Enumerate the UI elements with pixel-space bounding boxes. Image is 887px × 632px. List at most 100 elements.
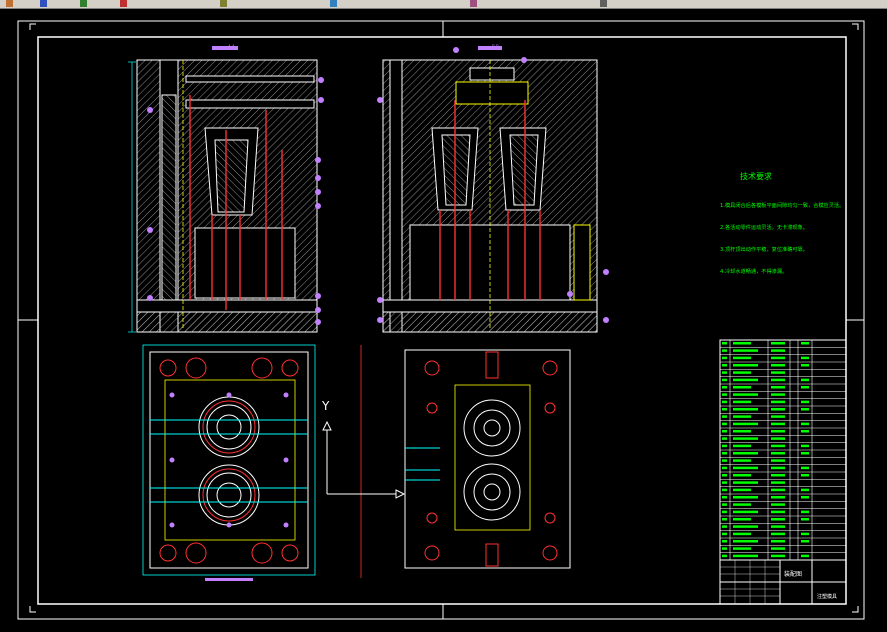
parts-row-name (771, 554, 785, 558)
parts-row-index (722, 364, 727, 367)
parts-row-material (801, 452, 809, 455)
parts-row-spec (733, 349, 758, 352)
measure-icon[interactable] (600, 0, 607, 7)
parts-row-index (722, 437, 727, 440)
undo-icon[interactable] (6, 0, 13, 7)
parts-row-material (801, 474, 809, 477)
parts-row-name (771, 437, 785, 440)
parts-row-index (722, 342, 727, 345)
parts-row-material (801, 408, 809, 411)
parts-row-index (722, 378, 727, 382)
parts-row-material (801, 400, 809, 404)
parts-row-spec (733, 400, 751, 404)
parts-row-index (722, 466, 727, 470)
parts-row-material (801, 496, 809, 499)
section-b-label: B-B (492, 44, 499, 49)
properties-icon[interactable] (330, 0, 337, 7)
parts-row-material (801, 386, 809, 389)
zoom-icon[interactable] (120, 0, 127, 7)
cad-toolbar (0, 0, 887, 9)
parts-row-index (722, 459, 727, 462)
parts-row-index (722, 554, 727, 558)
parts-row-material (801, 356, 809, 360)
parts-row-index (722, 400, 727, 404)
parts-row-name (771, 452, 785, 455)
parts-row-material (801, 378, 809, 382)
parts-list (719, 339, 847, 561)
parts-row-spec (733, 356, 751, 360)
parts-row-spec (733, 540, 758, 543)
parts-row-material (801, 364, 809, 367)
tech-req-line-3: 3.顶杆顶出动作平稳，复位准确可靠。 (720, 245, 808, 253)
parts-row-material (801, 532, 809, 536)
parts-row-spec (733, 481, 758, 484)
axis-y-label: Y (321, 399, 330, 413)
parts-row-index (722, 349, 727, 352)
parts-row-index (722, 408, 727, 411)
parts-row-name (771, 408, 785, 411)
parts-row-name (771, 422, 785, 426)
parts-row-material (801, 488, 809, 492)
parts-row-spec (733, 510, 758, 514)
parts-row-index (722, 452, 727, 455)
parts-row-spec (733, 364, 758, 367)
parts-row-name (771, 459, 785, 462)
tech-requirements: 技术要求 1.模具闭合后各模板平面间隙均匀一致，合模应灵活。 2.各活动零件运动… (720, 171, 844, 275)
pan-icon[interactable] (80, 0, 87, 7)
parts-row-spec (733, 488, 751, 492)
parts-row-spec (733, 474, 751, 477)
parts-row-material (801, 342, 809, 345)
parts-row-index (722, 386, 727, 389)
drawing-canvas[interactable]: A-A B-B Y 技术要求 1.模具闭合后各模板平面间隙均匀一致，合模应灵活。… (0, 9, 887, 628)
layer-icon[interactable] (220, 0, 227, 7)
parts-row-name (771, 466, 785, 470)
parts-row-spec (733, 386, 751, 389)
parts-row-index (722, 547, 727, 550)
parts-row-index (722, 371, 727, 374)
parts-row-material (801, 444, 809, 448)
parts-row-spec (733, 408, 758, 411)
parts-row-name (771, 386, 785, 389)
title-block-drawing-no: 注塑模具 (817, 593, 837, 600)
parts-row-index (722, 532, 727, 536)
parts-row-spec (733, 430, 751, 433)
parts-row-spec (733, 466, 758, 470)
parts-row-spec (733, 422, 758, 426)
parts-row-name (771, 349, 785, 352)
parts-row-index (722, 422, 727, 426)
parts-row-index (722, 393, 727, 396)
parts-row-index (722, 356, 727, 360)
parts-row-index (722, 415, 727, 418)
parts-row-material (801, 430, 809, 433)
parts-row-name (771, 510, 785, 514)
tech-req-title: 技术要求 (740, 171, 772, 181)
parts-row-spec (733, 437, 758, 440)
parts-row-index (722, 496, 727, 499)
parts-row-index (722, 503, 727, 506)
parts-row-name (771, 364, 785, 367)
parts-row-index (722, 481, 727, 484)
parts-row-name (771, 444, 785, 448)
print-icon[interactable] (470, 0, 477, 7)
parts-row-index (722, 474, 727, 477)
parts-row-name (771, 430, 785, 433)
plan-view-left (142, 344, 316, 581)
parts-row-index (722, 525, 727, 528)
redo-icon[interactable] (40, 0, 47, 7)
parts-row-spec (733, 444, 751, 448)
parts-row-name (771, 356, 785, 360)
parts-row-spec (733, 518, 751, 521)
parts-row-spec (733, 393, 758, 396)
parts-row-name (771, 532, 785, 536)
parts-row-index (722, 488, 727, 492)
parts-row-spec (733, 547, 751, 550)
parts-row-index (722, 540, 727, 543)
title-block-name: 装配图 (784, 570, 802, 578)
parts-row-name (771, 496, 785, 499)
parts-row-index (722, 510, 727, 514)
parts-row-spec (733, 554, 758, 558)
parts-row-name (771, 481, 785, 484)
parts-row-material (801, 422, 809, 426)
parts-row-spec (733, 503, 751, 506)
section-view-left (128, 46, 324, 333)
